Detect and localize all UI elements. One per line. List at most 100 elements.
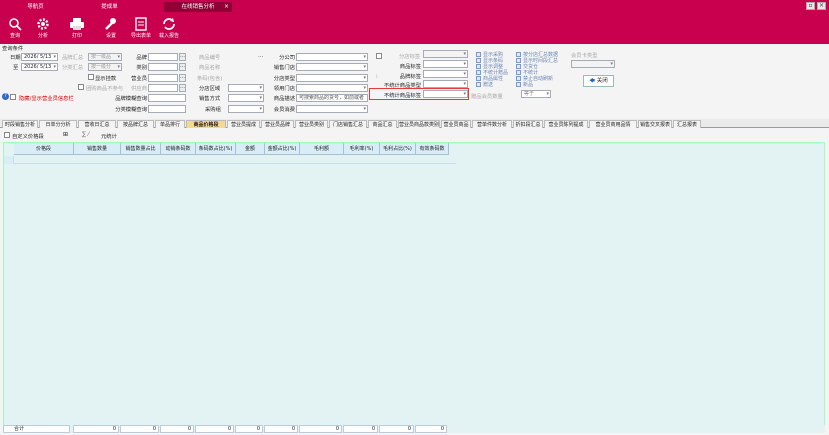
settings-button[interactable]: 设置 xyxy=(96,15,126,43)
member-channel-select[interactable]: ▾ xyxy=(296,105,368,113)
close-tab-icon[interactable]: × xyxy=(224,2,229,12)
report-tab[interactable]: 商品价格段 xyxy=(186,120,226,128)
store-tag-select[interactable]: ▾ xyxy=(423,50,468,58)
brand-fuzzy-field[interactable] xyxy=(148,94,186,102)
category-summary-select[interactable]: 按一级分 ▾ xyxy=(88,63,122,71)
reload-button[interactable]: 载入报告 xyxy=(154,15,184,43)
restore-window-icon[interactable]: ▫ xyxy=(806,2,815,10)
report-tab[interactable]: 营业员类别 xyxy=(295,120,328,128)
report-tab[interactable]: 营业员商用品情 xyxy=(589,120,637,128)
branch-select[interactable]: ▾ xyxy=(296,53,368,61)
help-icon[interactable]: ? xyxy=(2,93,9,100)
column-header[interactable]: 动销条码数 xyxy=(161,143,196,155)
report-tab[interactable]: 营业员商品款类别 xyxy=(398,120,440,128)
report-tab[interactable]: 折扣段汇总 xyxy=(513,120,543,128)
divider-mark: ⁞ xyxy=(376,74,378,80)
report-tab[interactable]: 商品汇总 xyxy=(368,120,397,128)
brand-browse-button[interactable]: … xyxy=(179,53,186,61)
grid-icon[interactable]: ⊞ xyxy=(63,131,68,138)
report-tab[interactable]: 按品牌汇总 xyxy=(117,120,154,128)
chevron-down-icon: ▾ xyxy=(53,54,56,60)
store-area-label: 分店区域 xyxy=(199,86,221,92)
check-box[interactable] xyxy=(516,76,521,81)
check-box[interactable] xyxy=(476,76,481,81)
column-header[interactable]: 金额占比(%) xyxy=(265,143,300,155)
column-header[interactable]: 有效条码数 xyxy=(416,143,449,155)
column-header[interactable]: 条码数占比(%) xyxy=(196,143,236,155)
brand-tag-select[interactable]: ▾ xyxy=(423,70,468,78)
check-box[interactable] xyxy=(516,82,521,87)
check-box[interactable] xyxy=(516,52,521,57)
exclude-gift-checkbox[interactable] xyxy=(78,84,84,90)
report-tab[interactable]: 日单分分析 xyxy=(39,120,77,128)
column-header[interactable]: 价格段 xyxy=(14,143,74,155)
check-box[interactable] xyxy=(516,70,521,75)
category-fuzzy-label: 分类模糊查询 xyxy=(115,107,147,113)
table-row[interactable] xyxy=(4,156,456,164)
inventory-store-select[interactable]: ▾ xyxy=(296,84,368,92)
show-hidden-checkbox[interactable] xyxy=(88,74,94,80)
sales-rep-browse-button[interactable]: … xyxy=(179,74,186,82)
check-box[interactable] xyxy=(516,58,521,63)
supplier-field[interactable] xyxy=(148,84,178,92)
custom-price-checkbox[interactable] xyxy=(4,132,10,138)
report-tab[interactable]: 汇总报表 xyxy=(673,120,701,128)
sales-method-select[interactable]: ▾ xyxy=(228,94,264,102)
analyze-button[interactable]: 分析 xyxy=(28,15,58,43)
check-box[interactable] xyxy=(476,70,481,75)
column-header[interactable]: 销售数量占比 xyxy=(121,143,161,155)
tab-navigation[interactable]: 导航页 xyxy=(8,2,63,12)
exclude-type-select[interactable]: ▾ xyxy=(423,80,468,88)
export-button[interactable]: 导出表单 xyxy=(126,15,156,43)
sales-store-select[interactable]: ▾ xyxy=(296,63,368,71)
column-header[interactable]: 毛利额 xyxy=(300,143,344,155)
column-header[interactable]: 金额 xyxy=(236,143,265,155)
chevron-down-icon: ▾ xyxy=(53,64,56,70)
report-tab[interactable]: 门店销售汇总 xyxy=(329,120,367,128)
sum-icon[interactable]: ∑ ⁄ xyxy=(82,131,89,138)
hide-member-text[interactable]: 隐藏/显示营业员信息栏 xyxy=(19,94,74,102)
print-button[interactable]: 打印 xyxy=(62,15,92,43)
hide-member-checkbox[interactable] xyxy=(10,94,16,100)
sales-rep-field[interactable] xyxy=(148,74,178,82)
product-tag-select[interactable]: ▾ xyxy=(423,60,468,68)
report-tab[interactable]: 营业员品牌 xyxy=(261,120,294,128)
category-field[interactable] xyxy=(148,63,178,71)
report-tab[interactable]: 时段销售分析 xyxy=(2,120,38,128)
report-tab[interactable]: 营业员陈列提成 xyxy=(544,120,588,128)
column-header[interactable]: 毛利占比(%) xyxy=(380,143,416,155)
member-type-select[interactable]: ▾ xyxy=(571,60,615,68)
supplier-browse-button[interactable]: … xyxy=(179,84,186,92)
report-tab[interactable]: 营业员商品 xyxy=(441,120,471,128)
store-type-select[interactable]: ▾ xyxy=(296,74,368,82)
close-window-icon[interactable]: × xyxy=(817,2,826,10)
tab-commission[interactable]: 提成单 xyxy=(82,2,137,12)
close-button[interactable]: 🡄 关闭 xyxy=(583,75,614,87)
brand-field[interactable] xyxy=(148,53,178,61)
channel-select[interactable]: ▾ xyxy=(228,105,264,113)
tab-online-sales-analysis[interactable]: 在线销售分析 × xyxy=(164,2,232,12)
check-box[interactable] xyxy=(516,64,521,69)
check-box[interactable] xyxy=(476,64,481,69)
date-to-field[interactable]: 2026/ 5/13 ▾ xyxy=(21,63,58,71)
column-header[interactable]: 销售数量 xyxy=(74,143,121,155)
gift-count-op-select[interactable]: 等于 ▾ xyxy=(521,90,551,98)
store-area-select[interactable]: ▾ xyxy=(228,84,264,92)
category-browse-button[interactable]: … xyxy=(179,63,186,71)
report-tab[interactable]: 营收日汇总 xyxy=(78,120,116,128)
report-tab[interactable]: 营单件数分析 xyxy=(472,120,512,128)
query-button[interactable]: 查询 xyxy=(0,15,30,43)
product-desc-field[interactable]: 可搜索商品的货号，如前或者 xyxy=(296,94,368,102)
column-header[interactable]: 毛利率(%) xyxy=(344,143,380,155)
data-grid[interactable]: 价格段 销售数量 销售数量占比 动销条码数 条码数占比(%) 金额 金额占比(%) 毛利额 毛利… xyxy=(3,142,825,426)
report-tab[interactable]: 单品排行 xyxy=(155,120,185,128)
report-tab[interactable]: 营业员提成 xyxy=(227,120,260,128)
check-box[interactable] xyxy=(476,58,481,63)
report-tab[interactable]: 销售交叉报表 xyxy=(638,120,672,128)
brand-summary-select[interactable]: 按一级品 ▾ xyxy=(88,53,122,61)
category-fuzzy-field[interactable] xyxy=(148,105,186,113)
check-box[interactable] xyxy=(476,52,481,57)
date-from-field[interactable]: 2026/ 5/13 ▾ xyxy=(21,53,58,61)
option-checkbox[interactable] xyxy=(376,53,382,59)
check-box[interactable] xyxy=(476,82,481,87)
